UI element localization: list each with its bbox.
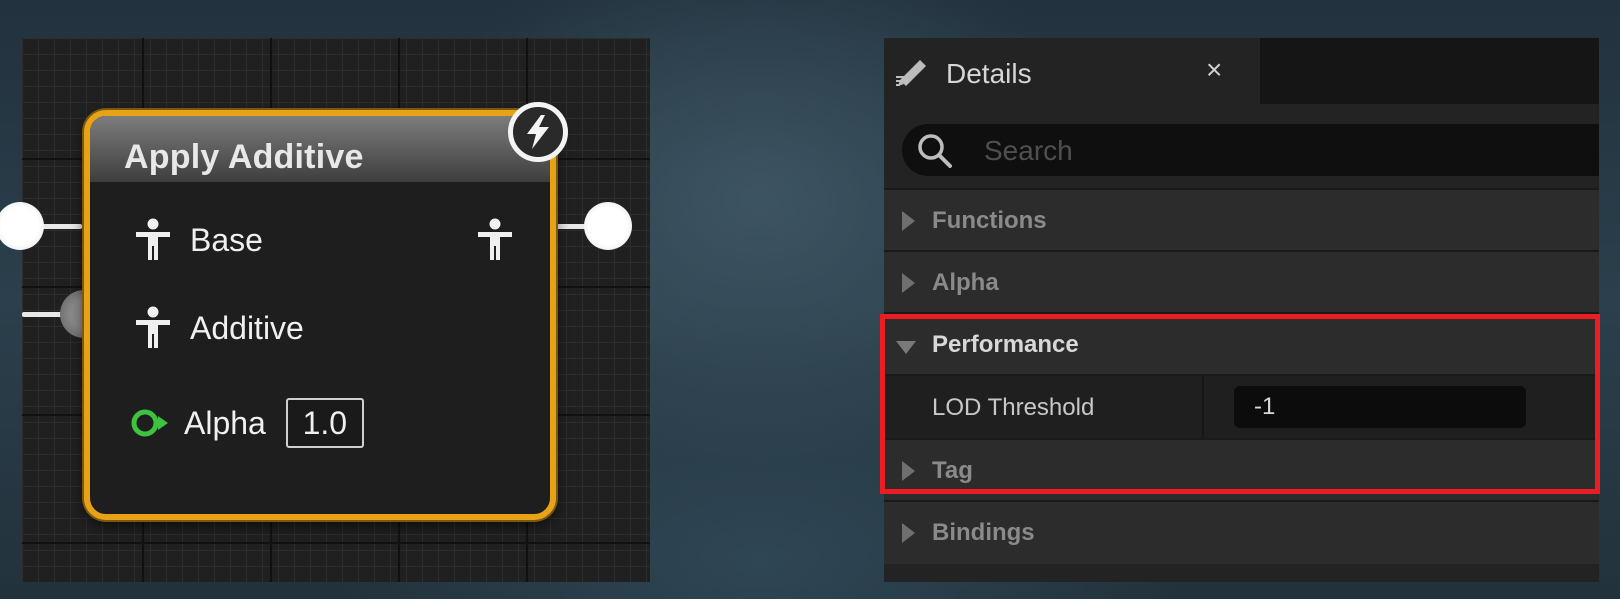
base-pin-label: Base — [190, 221, 263, 258]
anim-graph-canvas[interactable]: Apply Additive Base Additive Alpha 1.0 — [0, 38, 650, 582]
additive-pin-row[interactable]: Additive — [134, 306, 304, 350]
category-performance[interactable]: Performance — [884, 312, 1599, 376]
search-icon — [916, 132, 954, 175]
expand-arrow-icon[interactable] — [902, 461, 915, 481]
pose-icon — [134, 306, 172, 350]
float-pin-icon[interactable] — [130, 407, 172, 439]
details-body: Search Functions Alpha Performance LOD T… — [884, 104, 1599, 582]
details-pencil-icon — [894, 54, 932, 93]
base-input-pin-dot[interactable] — [0, 202, 44, 250]
output-pin[interactable] — [476, 218, 514, 262]
lod-threshold-label: LOD Threshold — [932, 394, 1095, 421]
category-functions[interactable]: Functions — [884, 188, 1599, 252]
category-label: Alpha — [932, 269, 999, 296]
node-header[interactable]: Apply Additive — [90, 116, 550, 182]
collapse-arrow-icon[interactable] — [896, 341, 916, 354]
column-divider[interactable] — [1202, 376, 1204, 440]
category-label: Functions — [932, 207, 1047, 234]
base-pin-row[interactable]: Base — [134, 218, 263, 262]
category-alpha[interactable]: Alpha — [884, 250, 1599, 314]
output-pin-dot[interactable] — [584, 202, 632, 250]
pose-icon — [476, 218, 514, 262]
details-panel: Details × Search Functions Alpha Perform… — [884, 38, 1599, 582]
lod-threshold-row: LOD Threshold -1 — [884, 374, 1599, 440]
apply-additive-node[interactable]: Apply Additive Base Additive Alpha 1.0 — [84, 110, 556, 520]
details-tab[interactable]: Details × — [884, 38, 1260, 104]
category-bindings[interactable]: Bindings — [884, 500, 1599, 564]
pose-icon — [134, 218, 172, 262]
tab-strip-empty — [1260, 38, 1599, 104]
alpha-pin-label: Alpha — [184, 404, 266, 441]
details-tab-title: Details — [946, 58, 1032, 89]
category-label: Bindings — [932, 519, 1035, 546]
expand-arrow-icon[interactable] — [902, 273, 915, 293]
search-input[interactable]: Search — [902, 124, 1599, 176]
alpha-value-field[interactable]: 1.0 — [285, 398, 364, 448]
alpha-pin-row[interactable]: Alpha 1.0 — [130, 398, 364, 448]
category-label: Tag — [932, 457, 973, 484]
category-tag[interactable]: Tag — [884, 438, 1599, 502]
close-icon[interactable]: × — [1206, 54, 1222, 86]
fast-path-lightning-icon — [508, 102, 568, 162]
expand-arrow-icon[interactable] — [902, 523, 915, 543]
expand-arrow-icon[interactable] — [902, 211, 915, 231]
category-label: Performance — [932, 331, 1079, 358]
search-placeholder: Search — [984, 135, 1073, 166]
node-title: Apply Additive — [124, 138, 364, 176]
additive-pin-label: Additive — [190, 309, 304, 346]
lod-threshold-input[interactable]: -1 — [1234, 386, 1526, 428]
